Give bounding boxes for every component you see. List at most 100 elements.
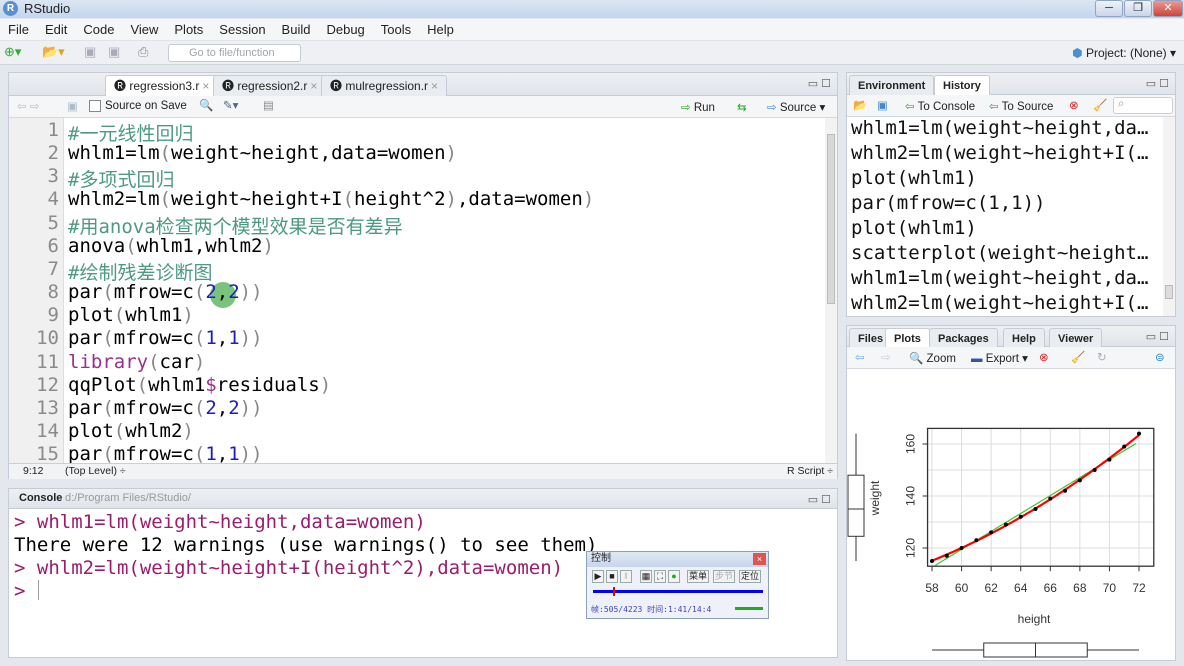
project-label: Project: (None)	[1085, 46, 1167, 60]
load-history-icon[interactable]: 📂	[853, 98, 867, 112]
history-search-input[interactable]: ⌕	[1113, 97, 1173, 114]
history-list[interactable]: whlm1=lm(weight~height,da… whlm2=lm(weigh…	[847, 117, 1163, 316]
menu-edit[interactable]: Edit	[37, 19, 75, 41]
window-mode-button[interactable]: ▦	[640, 570, 652, 583]
close-tab-icon[interactable]: ×	[202, 79, 209, 93]
search-icon[interactable]: 🔍	[199, 98, 213, 112]
close-tab-icon[interactable]: ×	[431, 79, 438, 93]
back-forward-icon[interactable]: ⇦ ⇨	[17, 99, 39, 113]
tab-viewer[interactable]: Viewer	[1049, 328, 1103, 349]
tab-packages[interactable]: Packages	[929, 328, 998, 349]
to-source-button[interactable]: ⇦ To Source	[989, 99, 1053, 113]
menu-debug[interactable]: Debug	[318, 19, 372, 41]
data-point	[974, 538, 979, 543]
code-editor[interactable]: 1 #一元线性回归 2 whlm1=lm(weight~height,data=wom…	[9, 118, 825, 463]
history-item[interactable]: plot(whlm1)	[851, 217, 977, 239]
code-token: mfrow=c	[113, 443, 194, 463]
tab-plots[interactable]: Plots	[885, 328, 930, 349]
history-item[interactable]: whlm1=lm(weight~height,da…	[851, 117, 1148, 139]
magic-wand-icon[interactable]: ✎▾	[223, 98, 238, 112]
code-token: (	[193, 327, 206, 350]
save-history-icon[interactable]: ▣	[877, 98, 888, 112]
stop-button[interactable]: ■	[606, 570, 618, 583]
minimize-button[interactable]: ─	[1095, 0, 1123, 17]
menu-plots[interactable]: Plots	[166, 19, 211, 41]
goto-file-input[interactable]: Go to file/function	[168, 44, 301, 62]
record-button[interactable]: ●	[668, 570, 680, 583]
restore-button[interactable]: ❐	[1124, 0, 1152, 17]
pane-minmax-icon[interactable]: ▭ ☐	[808, 77, 831, 90]
save-icon[interactable]: ▣	[84, 41, 96, 63]
menu-session[interactable]: Session	[211, 19, 273, 41]
scope-selector[interactable]: (Top Level) ÷	[65, 464, 126, 479]
tab-editor-file[interactable]: 🅡 mulregression.r ×	[321, 75, 448, 96]
pause-button[interactable]: ‖	[620, 570, 632, 583]
new-file-icon[interactable]: ⊕▾	[4, 41, 21, 63]
refresh-icon[interactable]: ↻	[1097, 350, 1107, 364]
code-line: anova(whlm1,whlm2)	[68, 235, 274, 257]
tab-editor-file[interactable]: 🅡 regression2.r ×	[213, 75, 327, 96]
editor-scrollbar[interactable]	[825, 118, 837, 463]
history-item[interactable]: scatterplot(weight~height…	[851, 242, 1148, 264]
save-icon[interactable]: ▣	[67, 99, 78, 113]
tab-environment[interactable]: Environment	[849, 75, 935, 96]
code-token: par	[68, 281, 103, 304]
project-menu[interactable]: ⬢ Project: (None) ▾	[1072, 44, 1176, 62]
tab-editor-file[interactable]: 🅡 regression3.r ×	[105, 75, 219, 96]
clear-plots-icon[interactable]: 🧹	[1071, 350, 1085, 364]
history-scrollbar[interactable]	[1163, 117, 1175, 316]
tab-help[interactable]: Help	[1003, 328, 1045, 349]
y-tick-label: 120	[904, 538, 918, 558]
history-item[interactable]: whlm1=lm(weight~height,da…	[851, 267, 1148, 289]
export-button[interactable]: ▬ Export ▾	[971, 351, 1028, 365]
line-number: 15	[36, 443, 59, 463]
remove-plot-icon[interactable]: ⊗	[1039, 350, 1049, 364]
compile-notebook-icon[interactable]: ▤	[263, 98, 274, 112]
player-progress-slider[interactable]	[593, 587, 763, 596]
source-button[interactable]: ⇨ Source ▾	[767, 100, 825, 114]
run-button[interactable]: ⇨ Run	[681, 100, 715, 114]
broom-icon[interactable]: 🧹	[1093, 98, 1107, 112]
menu-build[interactable]: Build	[274, 19, 319, 41]
previous-plot-icon[interactable]: ⇦	[855, 350, 865, 364]
pane-minmax-icon[interactable]: ▭ ☐	[808, 491, 831, 510]
player-titlebar: 控制 ×	[587, 552, 768, 567]
player-step-button[interactable]: 步节	[713, 570, 735, 583]
to-console-button[interactable]: ⇦ To Console	[905, 99, 975, 113]
close-tab-icon[interactable]: ×	[310, 79, 317, 93]
history-item[interactable]: par(mfrow=c(1,1))	[851, 192, 1045, 214]
code-token: )	[193, 350, 206, 373]
progress-thumb[interactable]	[613, 587, 615, 596]
open-folder-icon[interactable]: 📂▾	[42, 41, 65, 63]
volume-slider[interactable]	[735, 607, 763, 610]
remove-icon[interactable]: ⊗	[1069, 98, 1079, 112]
next-plot-icon[interactable]: ⇨	[881, 350, 891, 364]
pane-minmax-icon[interactable]: ▭ ☐	[1146, 330, 1169, 343]
save-all-icon[interactable]: ▣	[108, 41, 120, 63]
print-icon[interactable]: ⎙	[138, 41, 148, 63]
x-tick-label: 70	[1103, 581, 1117, 595]
player-menu-button[interactable]: 菜单	[687, 570, 709, 583]
filetype-selector[interactable]: R Script ÷	[787, 464, 833, 479]
history-item[interactable]: whlm2=lm(weight~height+I(…	[851, 142, 1148, 164]
menu-code[interactable]: Code	[75, 19, 122, 41]
player-locate-button[interactable]: 定位	[739, 570, 761, 583]
player-close-button[interactable]: ×	[753, 553, 766, 565]
tab-history[interactable]: History	[934, 75, 990, 96]
menu-view[interactable]: View	[122, 19, 166, 41]
pane-minmax-icon[interactable]: ▭ ☐	[1146, 77, 1169, 90]
close-button[interactable]: ✕	[1153, 0, 1183, 17]
history-item[interactable]: whlm2=lm(weight~height+I(…	[851, 292, 1148, 314]
menu-file[interactable]: File	[0, 19, 37, 41]
history-item[interactable]: plot(whlm1)	[851, 167, 977, 189]
line-number: 13	[36, 396, 59, 419]
fullscreen-button[interactable]: ⛶	[654, 570, 666, 583]
play-button[interactable]: ▶	[592, 570, 604, 583]
menu-tools[interactable]: Tools	[373, 19, 419, 41]
menu-help[interactable]: Help	[419, 19, 462, 41]
rerun-icon[interactable]: ⇆	[737, 100, 747, 114]
sync-icon[interactable]: ⊜	[1155, 350, 1165, 364]
source-on-save-checkbox[interactable]	[89, 100, 101, 112]
zoom-button[interactable]: 🔍 Zoom	[909, 351, 956, 365]
x-tick-label: 60	[955, 581, 969, 595]
